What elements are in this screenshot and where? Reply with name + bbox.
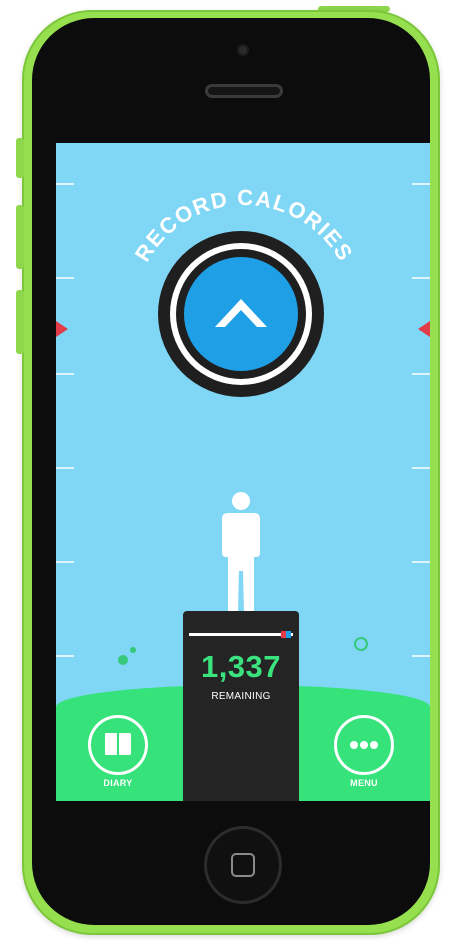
device-stage: RECORD CALORIES 1,337 REMAINING DIARY ME… [0, 0, 459, 946]
pedestal-stripe [189, 633, 293, 636]
front-camera [237, 44, 249, 56]
diary-label[interactable]: DIARY [78, 778, 158, 788]
menu-label[interactable]: MENU [324, 778, 404, 788]
chevron-up-icon [215, 299, 267, 327]
bubble-decoration [130, 647, 136, 653]
home-button[interactable] [204, 826, 282, 904]
record-button-face [184, 257, 298, 371]
book-icon [105, 733, 131, 755]
record-calories-button[interactable] [158, 231, 324, 397]
record-button-ring [170, 243, 312, 385]
volume-up-button [16, 205, 24, 269]
app-screen: RECORD CALORIES 1,337 REMAINING DIARY ME… [56, 143, 430, 801]
bubble-decoration [354, 637, 368, 651]
calories-remaining-value: 1,337 [200, 649, 282, 684]
calorie-pedestal: 1,337 REMAINING [183, 611, 299, 801]
diary-button[interactable] [88, 715, 148, 775]
bubble-decoration [118, 655, 128, 665]
person-icon [222, 492, 260, 613]
calories-remaining-caption: REMAINING [211, 691, 271, 702]
home-square-icon [231, 853, 255, 877]
mute-switch [16, 138, 24, 178]
pedestal-flag [286, 631, 291, 638]
scale-tick [56, 561, 74, 563]
scale-tick [412, 655, 430, 657]
record-button-bezel [176, 249, 306, 379]
volume-down-button [16, 290, 24, 354]
scale-tick [56, 655, 74, 657]
more-dots-icon [350, 741, 378, 749]
scale-tick [412, 561, 430, 563]
menu-button[interactable] [334, 715, 394, 775]
earpiece-speaker [205, 84, 283, 98]
